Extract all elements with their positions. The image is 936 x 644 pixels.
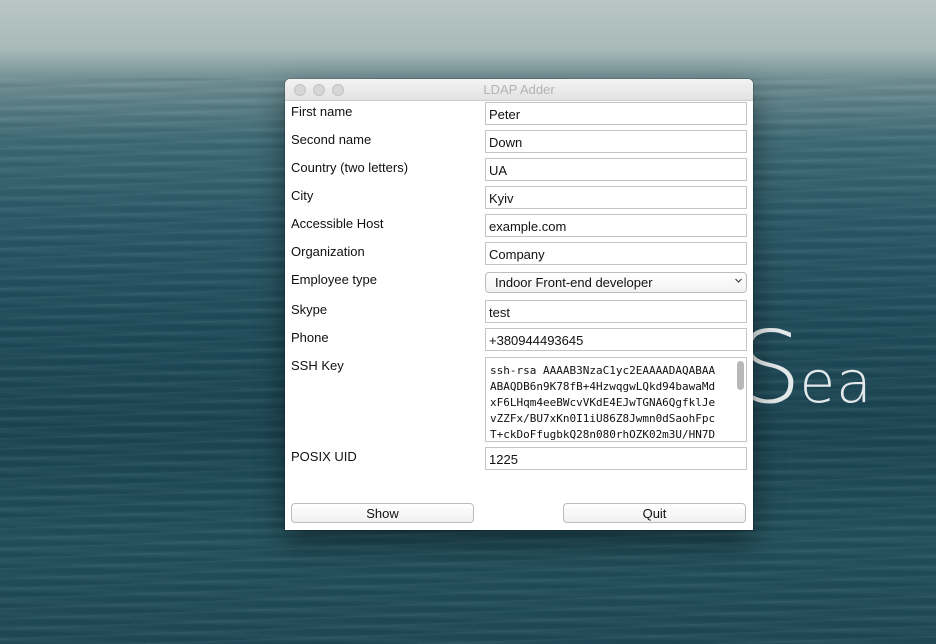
phone-label: Phone bbox=[291, 330, 329, 345]
wallpaper-text: Sea bbox=[738, 309, 873, 426]
city-label: City bbox=[291, 188, 314, 203]
accessible-host-input[interactable]: example.com bbox=[485, 214, 747, 237]
ssh-key-label: SSH Key bbox=[291, 358, 344, 373]
show-button[interactable]: Show bbox=[291, 503, 474, 523]
organization-input[interactable]: Company bbox=[485, 242, 747, 265]
quit-button[interactable]: Quit bbox=[563, 503, 746, 523]
posix-uid-input[interactable]: 1225 bbox=[485, 447, 747, 470]
country-input[interactable]: UA bbox=[485, 158, 747, 181]
first-name-label: First name bbox=[291, 104, 353, 119]
chevron-down-icon bbox=[735, 278, 742, 283]
ssh-key-textarea[interactable]: ssh-rsa AAAAB3NzaC1yc2EAAAADAQABAA ABAQD… bbox=[485, 357, 747, 442]
organization-label: Organization bbox=[291, 244, 365, 259]
employee-type-select[interactable]: Indoor Front-end developer bbox=[485, 272, 747, 293]
second-name-label: Second name bbox=[291, 132, 372, 147]
skype-label: Skype bbox=[291, 302, 328, 317]
country-label: Country (two letters) bbox=[291, 160, 409, 175]
employee-type-value: Indoor Front-end developer bbox=[495, 275, 653, 290]
employee-type-label: Employee type bbox=[291, 272, 377, 287]
ssh-key-text: ssh-rsa AAAAB3NzaC1yc2EAAAADAQABAA ABAQD… bbox=[490, 364, 716, 441]
city-input[interactable]: Kyiv bbox=[485, 186, 747, 209]
title-bar[interactable]: LDAP Adder bbox=[285, 79, 753, 101]
posix-uid-label: POSIX UID bbox=[291, 449, 357, 464]
phone-input[interactable]: +380944493645 bbox=[485, 328, 747, 351]
accessible-host-label: Accessible Host bbox=[291, 216, 384, 231]
first-name-input[interactable]: Peter bbox=[485, 102, 747, 125]
second-name-input[interactable]: Down bbox=[485, 130, 747, 153]
ldap-adder-window: LDAP Adder First name Peter Second name … bbox=[285, 79, 753, 530]
skype-input[interactable]: test bbox=[485, 300, 747, 323]
ssh-key-scrollbar[interactable] bbox=[737, 361, 744, 390]
window-title: LDAP Adder bbox=[483, 82, 555, 97]
